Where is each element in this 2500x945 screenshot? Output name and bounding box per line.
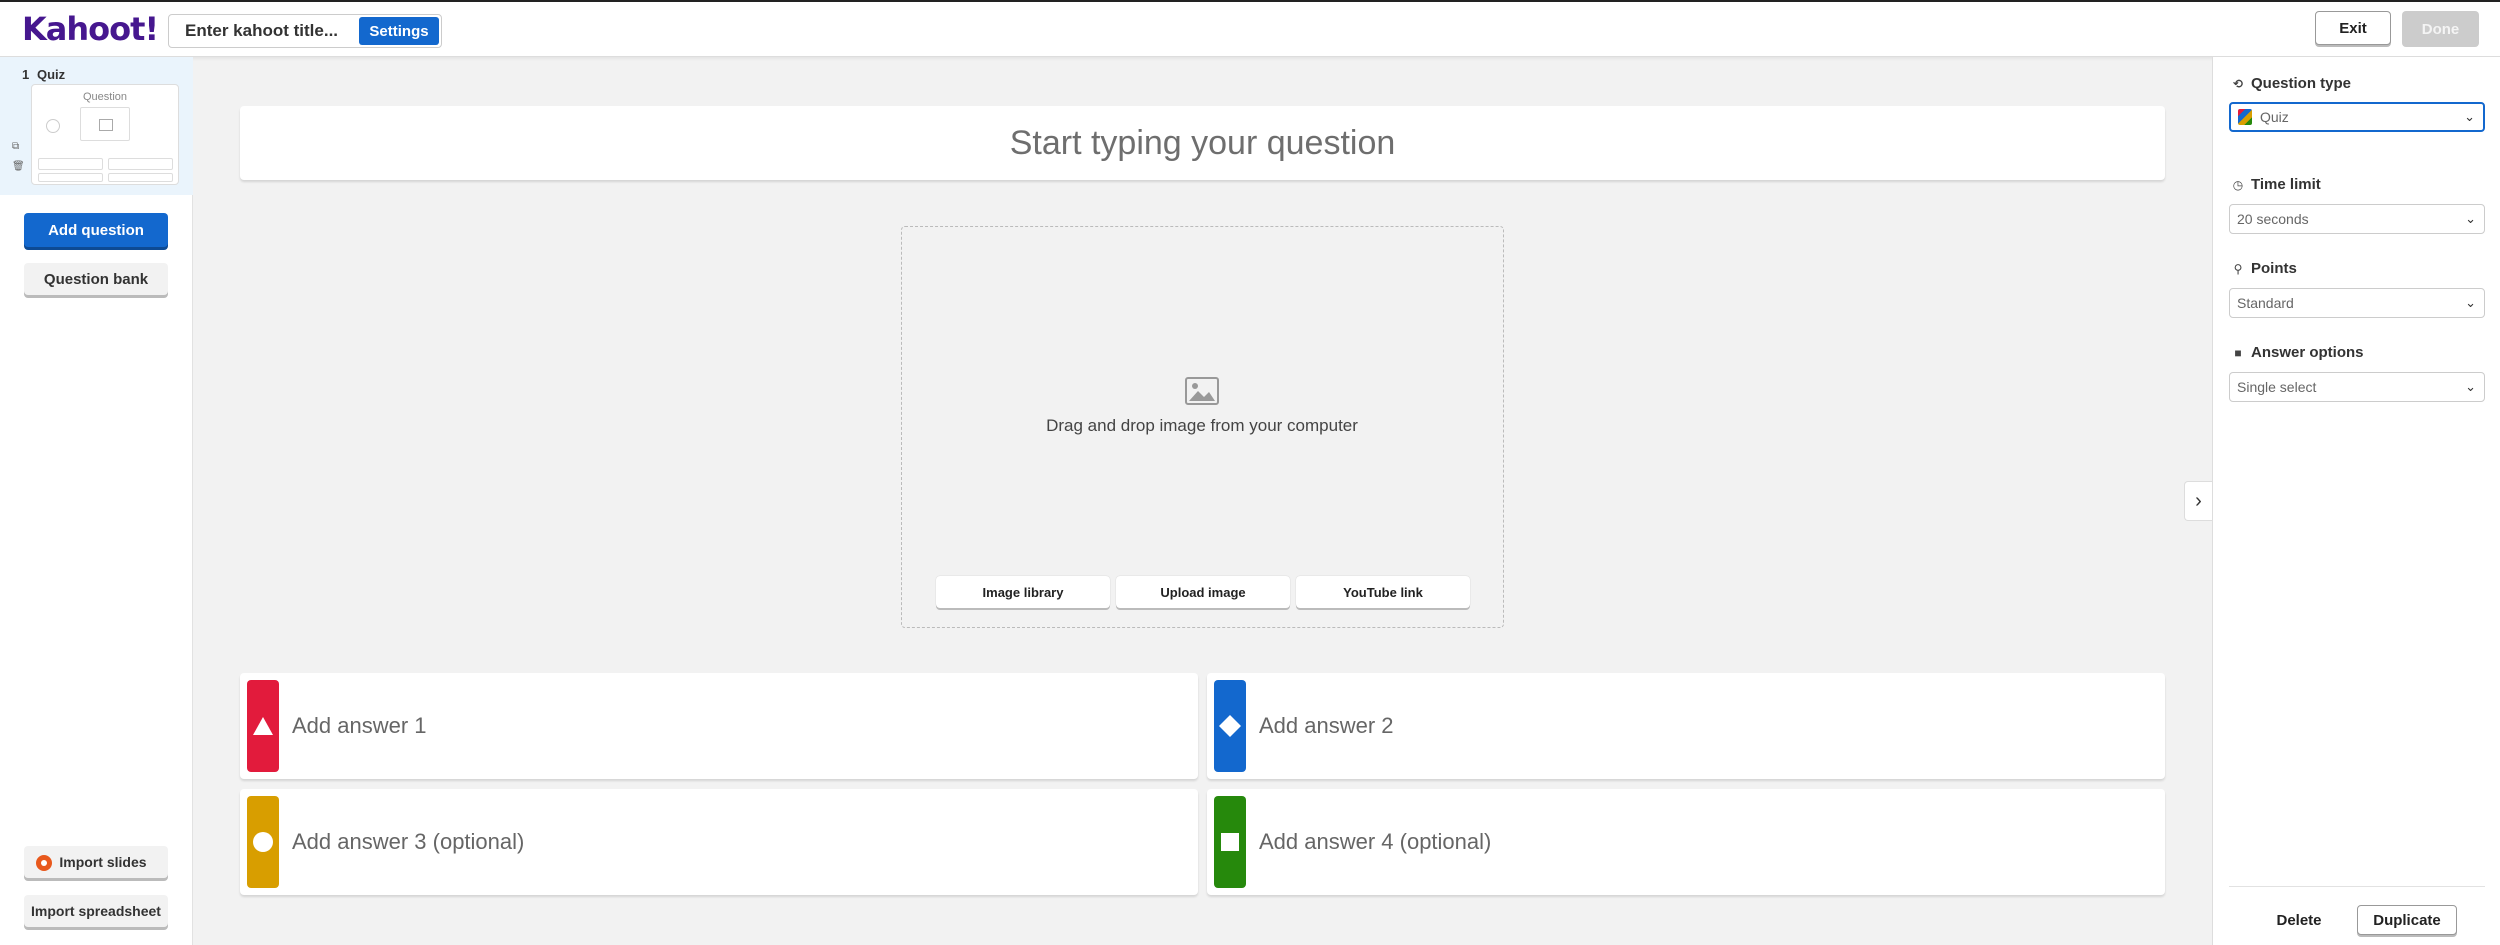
triangle-icon [253,717,273,735]
answer-option-2[interactable] [1207,673,2165,779]
quiz-type-icon [2238,109,2252,125]
answer-option-4[interactable] [1207,789,2165,895]
settings-button[interactable]: Settings [359,17,439,45]
thumbnail-timer [46,119,60,133]
chevron-down-icon: ⌄ [2465,211,2476,226]
question-type-value: Quiz [2260,109,2289,125]
time-limit-value: 20 seconds [2237,211,2309,227]
chevron-right-icon: › [2195,490,2202,512]
collapse-panel-button[interactable]: › [2184,481,2212,521]
answer-color-bar [1214,680,1246,772]
image-icon [1185,377,1219,405]
question-settings-panel: ⟲ Question type Quiz ⌄ ◷ Time limit 20 sec… [2212,57,2500,945]
import-spreadsheet-button[interactable]: Import spreadsheet [24,895,168,927]
add-question-button[interactable]: Add question [24,213,168,247]
square-icon [1221,833,1239,851]
import-spreadsheet-label: Import spreadsheet [31,903,161,919]
kahoot-logo[interactable]: Kahoot! [22,10,159,48]
answer-options-select[interactable]: Single select ⌄ [2229,372,2485,402]
thumbnail-answer [108,173,173,182]
slide-item[interactable]: 1 Quiz ⧉ 🗑 Question [0,57,193,195]
answer-color-bar [247,680,279,772]
thumbnail-answer [108,158,173,170]
slide-number: 1 [22,67,30,82]
answer-color-bar [1214,796,1246,888]
clock-icon: ◷ [2232,178,2244,192]
exit-button[interactable]: Exit [2315,11,2391,45]
drop-instructions: Drag and drop image from your computer [1046,416,1358,435]
thumbnail-question-text: Question [82,91,128,103]
points-value: Standard [2237,295,2294,311]
thumbnail-answer [38,173,103,182]
answer-option-3[interactable] [240,789,1198,895]
answer-options-value: Single select [2237,379,2317,395]
answer-input-3[interactable] [292,789,1172,895]
done-button[interactable]: Done [2402,11,2479,47]
answer-color-bar [247,796,279,888]
time-limit-select[interactable]: 20 seconds ⌄ [2229,204,2485,234]
thumbnail-image-placeholder [80,107,130,141]
answer-input-4[interactable] [1259,789,2139,895]
duplicate-question-button[interactable]: Duplicate [2357,905,2457,935]
media-drop-zone[interactable]: Drag and drop image from your computer I… [901,226,1504,628]
question-title-area [240,106,2165,180]
duplicate-slide-icon[interactable]: ⧉ [12,141,24,153]
delete-slide-icon[interactable]: 🗑 [12,161,25,173]
import-slides-button[interactable]: Import slides [24,846,168,878]
upload-image-button[interactable]: Upload image [1116,576,1290,608]
medal-icon: ⚲ [2233,262,2243,276]
circle-icon [253,832,273,852]
slide-type-label: Quiz [37,67,66,82]
points-heading: ⚲ Points [2231,260,2297,277]
question-type-select[interactable]: Quiz ⌄ [2229,102,2485,132]
answer-options-heading: ■ Answer options [2231,344,2363,361]
panel-divider [2229,886,2485,887]
question-type-heading: ⟲ Question type [2232,75,2352,92]
top-bar: Kahoot! Settings Exit Done [0,0,2500,57]
question-input[interactable] [240,106,2165,180]
answer-option-1[interactable] [240,673,1198,779]
youtube-link-button[interactable]: YouTube link [1296,576,1470,608]
chevron-down-icon: ⌄ [2464,109,2475,124]
delete-question-button[interactable]: Delete [2269,905,2329,935]
answer-input-2[interactable] [1259,673,2139,779]
question-type-icon: ⟲ [2232,77,2244,91]
answer-input-1[interactable] [292,673,1172,779]
chevron-down-icon: ⌄ [2465,295,2476,310]
import-slides-icon [36,855,52,871]
time-limit-heading: ◷ Time limit [2232,176,2321,193]
title-field: Settings [168,14,442,48]
slide-thumbnail: Question [31,84,179,185]
question-bank-button[interactable]: Question bank [24,263,168,295]
chevron-down-icon: ⌄ [2465,379,2476,394]
slides-sidebar: 1 Quiz ⧉ 🗑 Question Add question Questio… [0,57,193,945]
diamond-icon [1219,715,1241,737]
kahoot-title-input[interactable] [169,15,359,47]
grid-icon: ■ [2234,346,2242,360]
points-select[interactable]: Standard ⌄ [2229,288,2485,318]
thumbnail-answer [38,158,103,170]
image-library-button[interactable]: Image library [936,576,1110,608]
